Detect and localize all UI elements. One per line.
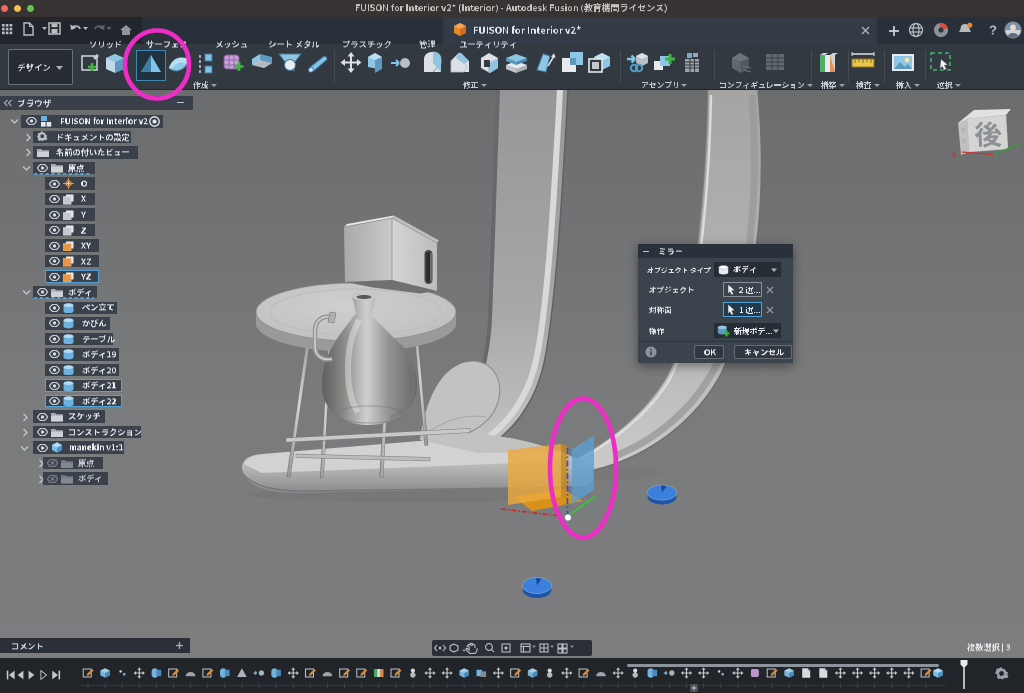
svg-text:?: ?	[989, 23, 997, 38]
